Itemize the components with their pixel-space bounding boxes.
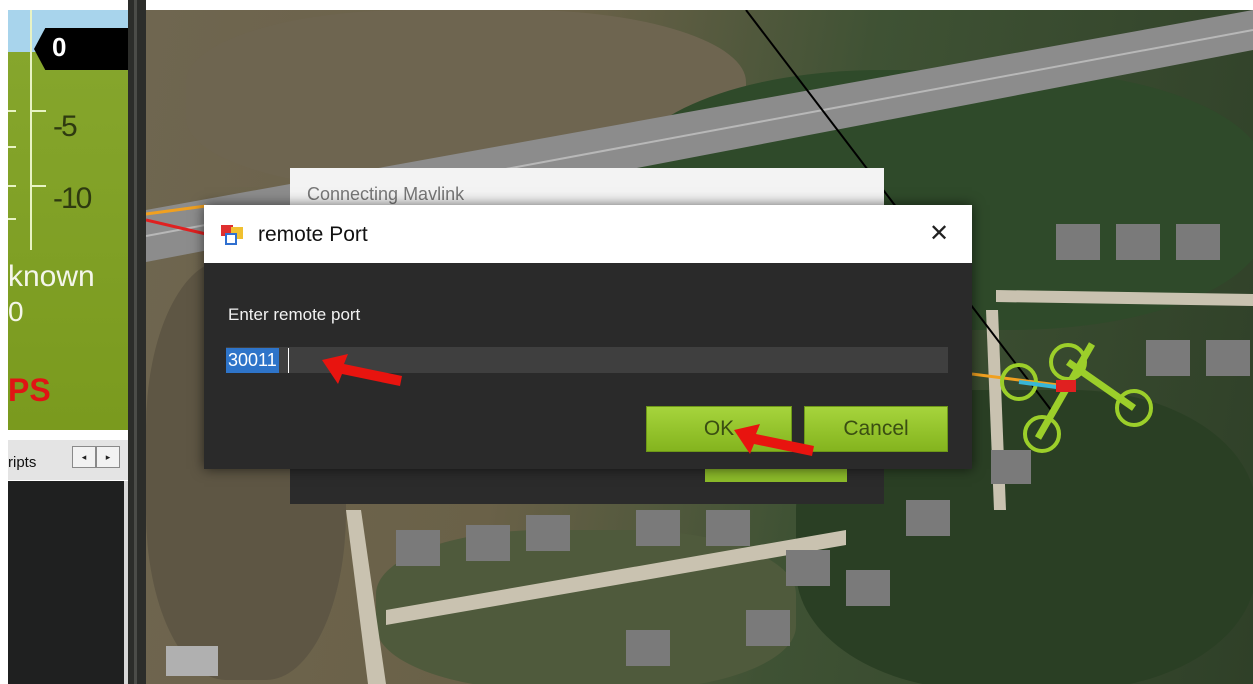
house <box>1056 224 1100 260</box>
house <box>166 646 218 676</box>
scale-label: -5 <box>53 110 78 143</box>
remote-port-value[interactable]: 30011 <box>226 348 279 373</box>
tape-tick <box>32 110 46 112</box>
tape-tick <box>8 218 16 220</box>
altitude-value: 0 <box>52 32 67 62</box>
house <box>526 515 570 551</box>
app-icon <box>221 225 243 245</box>
heading-line <box>971 372 1067 388</box>
dialog-title: remote Port <box>258 223 368 246</box>
tape-tick <box>32 185 46 187</box>
house <box>1146 340 1190 376</box>
tape-tick <box>8 185 16 187</box>
house <box>746 610 790 646</box>
altitude-indicator <box>34 28 128 70</box>
tape-tick <box>8 146 16 148</box>
close-icon[interactable]: ✕ <box>922 219 956 249</box>
text-caret <box>288 348 289 373</box>
house <box>636 510 680 546</box>
connecting-titlebar: Connecting Mavlink <box>290 168 884 210</box>
house <box>626 630 670 666</box>
tab-scroll-buttons: ◂ ▸ <box>72 446 120 468</box>
prompt-label: Enter remote port <box>228 305 361 324</box>
house <box>846 570 890 606</box>
house <box>991 450 1031 484</box>
annotation-arrow <box>734 424 814 456</box>
house <box>1176 224 1220 260</box>
status-value: 0 <box>8 296 24 327</box>
annotation-arrow <box>322 354 402 386</box>
tab-scripts[interactable]: ripts <box>8 454 36 471</box>
street <box>996 290 1253 306</box>
connecting-title: Connecting Mavlink <box>307 184 465 204</box>
scripts-panel <box>8 481 128 684</box>
house <box>786 550 830 586</box>
house <box>466 525 510 561</box>
scroll-right-icon[interactable]: ▸ <box>96 446 120 468</box>
gps-status: PS <box>8 372 51 408</box>
panel-splitter[interactable] <box>128 0 146 684</box>
tape-tick <box>8 110 16 112</box>
cancel-button[interactable]: Cancel <box>804 406 948 452</box>
scale-label: -10 <box>53 182 92 215</box>
street <box>346 510 386 684</box>
left-tab-strip: ripts ◂ ▸ <box>8 440 128 480</box>
quadcopter-icon[interactable] <box>1000 342 1153 453</box>
scroll-left-icon[interactable]: ◂ <box>72 446 96 468</box>
house <box>1206 340 1250 376</box>
house <box>906 500 950 536</box>
house <box>706 510 750 546</box>
house <box>396 530 440 566</box>
house <box>1116 224 1160 260</box>
dialog-titlebar: remote Port ✕ <box>204 205 972 263</box>
status-text: known <box>8 260 95 293</box>
hud-panel: -5 -10 0 known 0 PS <box>8 10 128 430</box>
remote-port-dialog: remote Port ✕ Enter remote port 30011 OK… <box>204 205 972 469</box>
